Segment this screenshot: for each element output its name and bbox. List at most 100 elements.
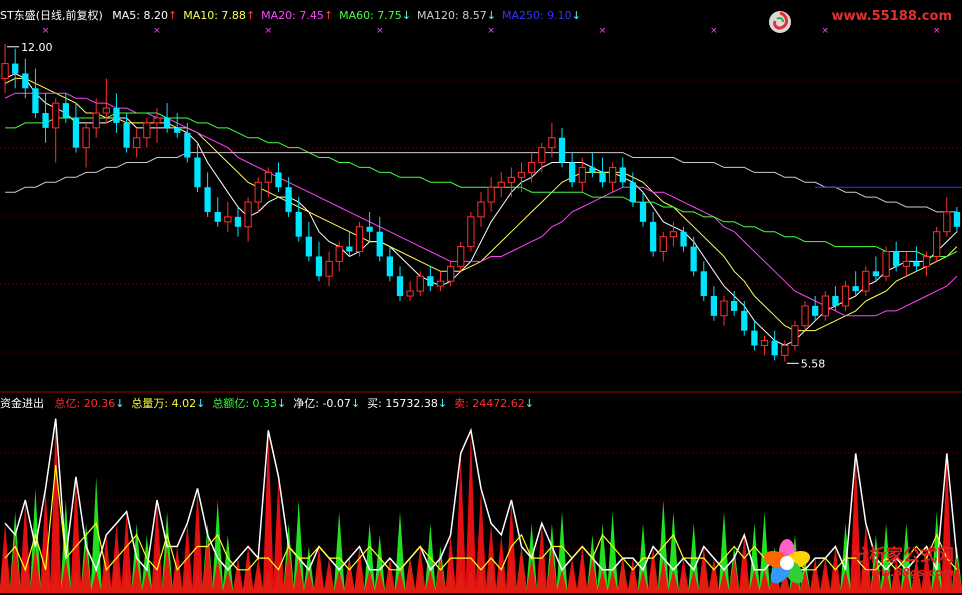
flow-bar-red (546, 546, 558, 593)
candle-body (275, 172, 282, 188)
watermark-top: www.55188.com (832, 9, 953, 24)
candle-body (305, 236, 312, 257)
candle-body (801, 305, 809, 327)
ma-legend-item: MA60: 7.75 (339, 9, 402, 22)
candlestick (933, 226, 941, 262)
flow-trend-arrow-icon: ↓ (196, 397, 206, 410)
candlestick (821, 291, 829, 321)
candlestick (366, 211, 373, 242)
flow-trend-arrow-icon: ↓ (524, 397, 534, 410)
candle-body (1, 63, 9, 79)
candlestick (659, 231, 667, 262)
signal-marker: × (42, 26, 50, 36)
candle-body (32, 88, 39, 114)
candle-body (690, 246, 697, 272)
candlestick (538, 142, 546, 173)
candlestick (376, 216, 383, 262)
candlestick (507, 167, 516, 198)
ma-trend-arrow-icon: ↑ (323, 9, 334, 22)
candle-body (487, 186, 495, 203)
flow-trend-arrow-icon: ↓ (115, 397, 125, 410)
candlestick (467, 211, 475, 252)
candle-body (214, 211, 221, 222)
candle-body (933, 231, 941, 257)
signal-marker: × (376, 26, 384, 36)
price-legend: ST东盛(日线,前复权) MA5: 8.20↑ MA10: 7.88↑ MA20: … (0, 9, 581, 23)
flow-bar-red (151, 500, 163, 593)
flow-bar-red (576, 546, 588, 593)
candle-body (821, 295, 829, 317)
candlestick (558, 127, 566, 168)
candle-body (619, 167, 626, 183)
candle-body (841, 285, 850, 307)
candle-body (446, 265, 455, 282)
candlestick (52, 98, 60, 163)
flow-bar-red (100, 534, 112, 593)
candlestick (113, 93, 120, 133)
candle-body (953, 211, 961, 227)
candlestick (133, 127, 141, 158)
low-price-marker: 5.58 (786, 357, 826, 370)
candlestick (214, 197, 221, 227)
candle-body (922, 255, 931, 267)
candle-body (720, 300, 728, 317)
flow-trend-arrow-icon: ↓ (437, 397, 448, 410)
candlestick (629, 172, 637, 207)
candlestick (82, 122, 90, 168)
candle-body (650, 221, 657, 252)
logo-swirl-icon (769, 11, 791, 33)
signal-marker: × (265, 26, 273, 36)
low-price-label: 5.58 (801, 357, 826, 370)
candlestick (416, 271, 424, 297)
candlestick (234, 207, 242, 237)
candlestick (801, 300, 809, 331)
candle-body (386, 256, 394, 277)
candlestick (92, 98, 100, 138)
candle-body (882, 251, 890, 277)
signal-marker: × (599, 26, 607, 36)
candle-body (396, 276, 404, 297)
flow-bar-red (121, 511, 133, 593)
candle-body (760, 340, 769, 346)
candle-body (872, 271, 880, 277)
candlestick (497, 172, 505, 198)
ma-trend-arrow-icon: ↓ (486, 9, 496, 22)
candle-body (427, 276, 434, 287)
candlestick (396, 266, 404, 301)
candle-body (194, 157, 201, 188)
candlestick (335, 241, 343, 272)
fund-flow-panel[interactable] (0, 393, 962, 595)
ma-trend-arrow-icon: ↑ (245, 9, 256, 22)
ma-trend-arrow-icon: ↓ (401, 9, 412, 22)
candle-body (335, 246, 343, 262)
candlestick (841, 281, 850, 311)
candlestick (760, 335, 769, 356)
candle-body (163, 117, 171, 128)
candle-body (406, 290, 414, 297)
chart-stage: × × × × × × × × × 12.00 5.58 ST东盛(日线,前复权) MA5: 8.2… (0, 0, 962, 595)
candlestick (204, 172, 211, 217)
candle-body (497, 181, 505, 188)
candle-body (812, 305, 819, 316)
candle-body (92, 112, 100, 129)
signal-marker: × (487, 26, 495, 36)
candle-body (366, 226, 373, 232)
candlestick (639, 192, 647, 227)
flow-bar-red (495, 534, 507, 593)
candle-body (781, 344, 789, 356)
candle-body (669, 231, 678, 238)
candle-body (285, 187, 292, 212)
candlestick (953, 207, 961, 232)
flow-bar-red (455, 453, 467, 593)
price-panel[interactable]: × × × × × × × × × 12.00 5.58 (0, 0, 962, 393)
high-price-label: 12.00 (21, 41, 52, 54)
flower-logo-icon (763, 539, 811, 584)
candle-body (174, 127, 181, 133)
candle-body (568, 162, 576, 183)
candle-body (578, 166, 586, 183)
flow-bar-red (283, 546, 295, 593)
candle-body (12, 63, 19, 74)
candle-body (639, 202, 647, 222)
candlestick (346, 231, 353, 257)
candlestick (244, 197, 252, 242)
